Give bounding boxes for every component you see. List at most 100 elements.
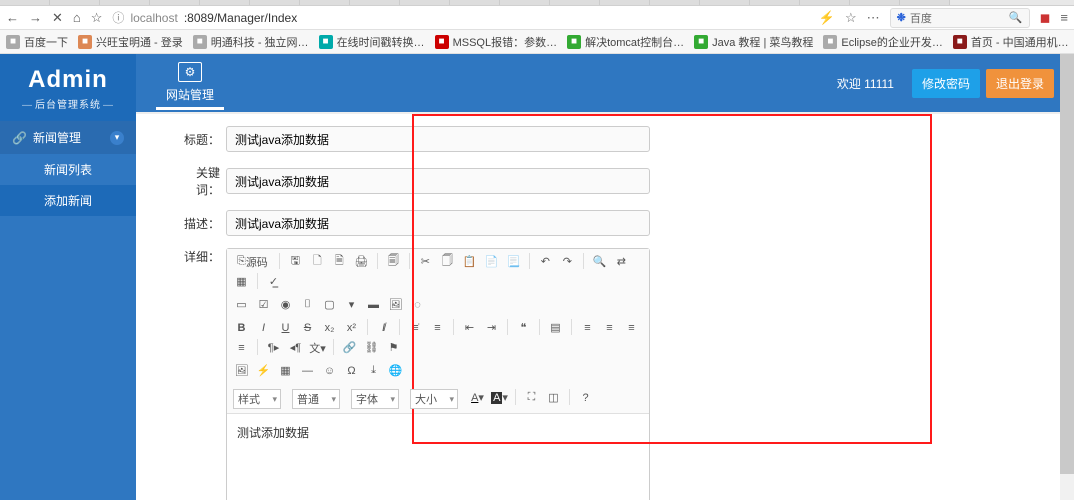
style-select[interactable]: 样式: [233, 389, 281, 409]
quote-icon[interactable]: ❝: [515, 319, 532, 336]
size-select[interactable]: 大小: [410, 389, 458, 409]
underline-icon[interactable]: U: [277, 319, 294, 336]
smiley-icon[interactable]: ☺: [321, 362, 338, 379]
form-icon[interactable]: ▭: [233, 296, 250, 313]
unlink-icon[interactable]: ⛓: [363, 339, 380, 356]
image2-icon[interactable]: 🖼: [233, 362, 250, 379]
textcolor-icon[interactable]: A▾: [469, 389, 486, 406]
ltr-icon[interactable]: ¶▸: [265, 339, 282, 356]
selectall-icon[interactable]: ▦: [233, 273, 250, 290]
flash-icon[interactable]: ⚡: [819, 10, 835, 26]
lang-icon[interactable]: 文▾: [309, 339, 326, 356]
pastetext-icon[interactable]: 📄: [483, 253, 500, 270]
menu-icon[interactable]: ≡: [1060, 10, 1068, 25]
bookmark-item[interactable]: ■Eclipse的企业开发…: [823, 34, 942, 50]
bullist-icon[interactable]: ≡: [429, 319, 446, 336]
blocks-icon[interactable]: ◫: [545, 389, 562, 406]
change-password-button[interactable]: 修改密码: [912, 69, 980, 98]
back-icon[interactable]: ←: [6, 10, 19, 26]
bookmark-item[interactable]: ■解决tomcat控制台…: [567, 34, 684, 50]
bookmark-item[interactable]: ■明通科技 - 独立网…: [193, 34, 309, 50]
pasteword-icon[interactable]: 📃: [505, 253, 522, 270]
paste-icon[interactable]: 📋: [461, 253, 478, 270]
bookmark-label: 明通科技 - 独立网…: [211, 34, 309, 50]
home-icon[interactable]: ⌂: [73, 10, 81, 26]
sup-icon[interactable]: x²: [343, 319, 360, 336]
copy-icon[interactable]: 🗍: [439, 253, 456, 270]
find-icon[interactable]: 🔍: [591, 253, 608, 270]
newpage-icon[interactable]: 🗋: [309, 253, 326, 270]
pagebreak-icon[interactable]: ⤓: [365, 362, 382, 379]
alignjustify-icon[interactable]: ≡: [233, 339, 250, 356]
cut-icon[interactable]: ✂: [417, 253, 434, 270]
checkbox-icon[interactable]: ☑: [255, 296, 272, 313]
template-icon[interactable]: 🗐: [385, 253, 402, 270]
forward-icon[interactable]: →: [29, 10, 42, 26]
replace-icon[interactable]: ⇄: [613, 253, 630, 270]
bookmark-item[interactable]: ■Java 教程 | 菜鸟教程: [694, 34, 813, 50]
link-icon[interactable]: 🔗: [341, 339, 358, 356]
format-select[interactable]: 普通: [292, 389, 340, 409]
ext-icon[interactable]: ◼: [1040, 10, 1051, 26]
select-icon[interactable]: ▾: [343, 296, 360, 313]
bookmark-item[interactable]: ■MSSQL报错：参数…: [435, 34, 558, 50]
bgcolor-icon[interactable]: A▾: [491, 389, 508, 406]
sub-icon[interactable]: x₂: [321, 319, 338, 336]
hr-icon[interactable]: —: [299, 362, 316, 379]
maximize-icon[interactable]: ⛶: [523, 389, 540, 406]
flash-icon[interactable]: ⚡: [255, 362, 272, 379]
rtl-icon[interactable]: ◂¶: [287, 339, 304, 356]
alignright-icon[interactable]: ≡: [623, 319, 640, 336]
strike-icon[interactable]: S: [299, 319, 316, 336]
help-icon[interactable]: ?: [577, 389, 594, 406]
save-icon[interactable]: 🖫: [287, 253, 304, 270]
desc-input[interactable]: [226, 210, 650, 236]
logout-button[interactable]: 退出登录: [986, 69, 1054, 98]
scrollbar-thumb[interactable]: [1060, 54, 1074, 474]
print-icon[interactable]: 🖨: [353, 253, 370, 270]
bookmark-item[interactable]: ■在线时间戳转换…: [319, 34, 425, 50]
bold-icon[interactable]: B: [233, 319, 250, 336]
spellcheck-icon[interactable]: ✓̲: [265, 273, 282, 290]
sidebar-item-news-list[interactable]: 新闻列表: [0, 154, 136, 185]
button-icon[interactable]: ▬: [365, 296, 382, 313]
bookmark-item[interactable]: ■百度一下: [6, 34, 68, 50]
bookmark-icon[interactable]: ☆: [845, 10, 857, 26]
removefmt-icon[interactable]: I̸: [375, 319, 392, 336]
star-icon[interactable]: ☆: [91, 10, 103, 26]
anchor-icon[interactable]: ⚑: [385, 339, 402, 356]
outdent-icon[interactable]: ⇤: [461, 319, 478, 336]
more-icon[interactable]: ⋯: [867, 10, 880, 26]
url-bar[interactable]: ⓘ localhost :8089/Manager/Index: [112, 9, 808, 26]
specialchar-icon[interactable]: Ω: [343, 362, 360, 379]
div-icon[interactable]: ▤: [547, 319, 564, 336]
nav-site-manage[interactable]: ⚙ 网站管理: [156, 56, 224, 110]
alignleft-icon[interactable]: ≡: [579, 319, 596, 336]
image-icon[interactable]: 🖼: [387, 296, 404, 313]
textfield-icon[interactable]: ⌷: [299, 296, 316, 313]
hidden-icon[interactable]: ◌: [409, 296, 426, 313]
scrollbar[interactable]: [1060, 54, 1074, 500]
stop-icon[interactable]: ✕: [52, 10, 63, 26]
indent-icon[interactable]: ⇥: [483, 319, 500, 336]
bookmark-item[interactable]: ■首页 - 中国通用机…: [953, 34, 1069, 50]
redo-icon[interactable]: ↷: [559, 253, 576, 270]
numlist-icon[interactable]: ≡̇: [407, 319, 424, 336]
undo-icon[interactable]: ↶: [537, 253, 554, 270]
bookmark-item[interactable]: ■兴旺宝明通 - 登录: [78, 34, 183, 50]
source-button[interactable]: ⎘ 源码: [233, 253, 272, 270]
keyword-input[interactable]: [226, 168, 650, 194]
title-input[interactable]: [226, 126, 650, 152]
radio-icon[interactable]: ◉: [277, 296, 294, 313]
italic-icon[interactable]: I: [255, 319, 272, 336]
textarea-icon[interactable]: ▢: [321, 296, 338, 313]
font-select[interactable]: 字体: [351, 389, 399, 409]
baidu-search[interactable]: ❉ 百度 🔍: [890, 8, 1030, 28]
table-icon[interactable]: ▦: [277, 362, 294, 379]
iframe-icon[interactable]: 🌐: [387, 362, 404, 379]
preview-icon[interactable]: 🗎: [331, 253, 348, 270]
editor-body[interactable]: 测试添加数据: [227, 414, 649, 500]
sidebar-item-add-news[interactable]: 添加新闻: [0, 185, 136, 216]
aligncenter-icon[interactable]: ≡: [601, 319, 618, 336]
menu-group-news[interactable]: 🔗新闻管理 ▾: [0, 121, 136, 154]
